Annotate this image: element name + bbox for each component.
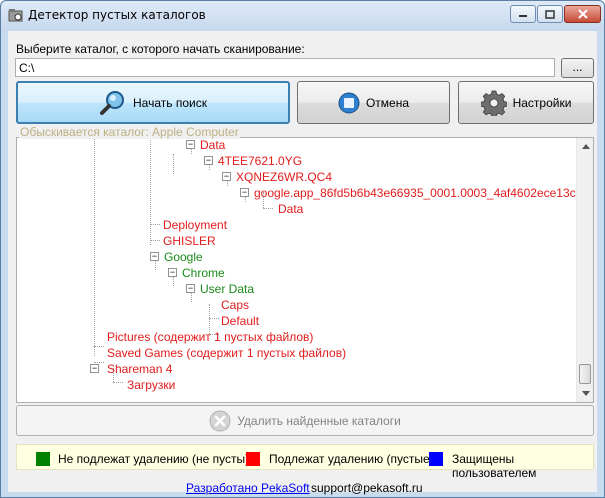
browse-button[interactable]: ... — [561, 58, 594, 78]
app-window: Детектор пустых каталогов Выберите катал… — [0, 0, 605, 498]
minimize-button[interactable] — [510, 5, 536, 23]
maximize-button[interactable] — [537, 5, 563, 23]
stop-icon — [338, 92, 360, 113]
legend-swatch-green — [36, 452, 50, 466]
window-title: Детектор пустых каталогов — [28, 8, 206, 22]
tree-content: − − − − − − − − Data 4TEE7621.0YG XQNEZ6… — [17, 138, 593, 402]
delete-icon — [209, 410, 231, 431]
tree-node[interactable]: Data — [200, 138, 225, 152]
settings-button[interactable]: Настройки — [458, 81, 594, 124]
expander-minus-icon[interactable]: − — [222, 172, 231, 181]
minimize-icon — [519, 15, 527, 17]
legend-label-not-empty: Не подлежат удалению (не пусты) — [58, 452, 250, 466]
legend-swatch-blue — [429, 452, 443, 466]
developer-link[interactable]: Разработано PekaSoft — [186, 481, 310, 495]
tree-line — [113, 382, 123, 383]
color-legend: Не подлежат удалению (не пусты) Подлежат… — [16, 444, 594, 480]
tree-line — [150, 224, 160, 225]
legend-label-empty: Подлежат удалению (пустые) — [269, 452, 434, 466]
tree-line — [209, 318, 219, 319]
cancel-button[interactable]: Отмена — [297, 81, 450, 124]
settings-label: Настройки — [512, 95, 572, 110]
start-search-button[interactable]: Начать поиск — [16, 81, 290, 124]
maximize-icon — [545, 9, 555, 19]
tree-node[interactable]: Caps — [221, 298, 249, 312]
tree-node[interactable]: Pictures (содержит 1 пустых файлов) — [107, 330, 313, 344]
expander-minus-icon[interactable]: − — [90, 364, 99, 373]
legend-swatch-red — [246, 452, 260, 466]
tree-node[interactable]: Shareman 4 — [107, 362, 172, 376]
directory-tree[interactable]: − − − − − − − − Data 4TEE7621.0YG XQNEZ6… — [16, 137, 594, 403]
tree-line — [150, 138, 151, 245]
start-search-label: Начать поиск — [133, 95, 207, 110]
tree-node[interactable]: Default — [221, 314, 259, 328]
arrow-up-icon — [581, 144, 590, 149]
folder-search-icon — [8, 9, 23, 22]
cancel-label: Отмена — [365, 95, 410, 110]
scroll-down-button[interactable] — [577, 385, 593, 402]
tree-line — [94, 346, 104, 347]
tree-node[interactable]: Deployment — [163, 218, 227, 232]
tree-node[interactable]: Загрузки — [127, 378, 175, 392]
tree-line — [94, 138, 95, 356]
tree-line — [150, 240, 160, 241]
expander-minus-icon[interactable]: − — [240, 188, 249, 197]
expander-minus-icon[interactable]: − — [168, 268, 177, 277]
expander-minus-icon[interactable]: − — [204, 156, 213, 165]
tree-node[interactable]: Saved Games (содержит 1 пустых файлов) — [107, 346, 346, 360]
client-area: Выберите каталог, с которого начать скан… — [8, 31, 597, 495]
scanning-status-label: Обыскивается каталог: Apple Computer — [19, 125, 240, 139]
arrow-down-icon — [581, 391, 590, 396]
title-bar[interactable]: Детектор пустых каталогов — [1, 1, 604, 31]
tree-node[interactable]: 4TEE7621.0YG — [218, 154, 302, 168]
tree-node[interactable]: XQNEZ6WR.QC4 — [236, 170, 332, 184]
tree-node[interactable]: User Data — [200, 282, 254, 296]
support-email: support@pekasoft.ru — [311, 481, 423, 495]
tree-node[interactable]: Data — [278, 202, 303, 216]
tree-node[interactable]: google.app_86fd5b6b43e66935_0001.0003_4a… — [254, 186, 593, 200]
delete-found-button[interactable]: Удалить найденные каталоги — [16, 405, 594, 436]
tree-node[interactable]: GHISLER — [163, 234, 216, 248]
delete-found-label: Удалить найденные каталоги — [237, 413, 401, 428]
close-button[interactable] — [564, 5, 601, 23]
expander-minus-icon[interactable]: − — [150, 252, 159, 261]
close-icon — [577, 9, 588, 19]
select-directory-label: Выберите каталог, с которого начать скан… — [16, 42, 305, 56]
tree-line — [263, 208, 273, 209]
legend-label-protected: Защищены пользователем — [452, 452, 537, 480]
magnifier-icon — [100, 90, 125, 115]
path-input[interactable] — [15, 58, 555, 77]
tree-line — [173, 154, 174, 174]
expander-minus-icon[interactable]: − — [186, 284, 195, 293]
tree-node[interactable]: Google — [164, 250, 203, 264]
tree-node[interactable]: Chrome — [182, 266, 225, 280]
gear-icon — [480, 90, 507, 116]
expander-minus-icon[interactable]: − — [186, 140, 195, 149]
tree-scrollbar[interactable] — [576, 138, 593, 402]
scroll-up-button[interactable] — [577, 138, 593, 155]
scroll-thumb[interactable] — [579, 364, 591, 384]
